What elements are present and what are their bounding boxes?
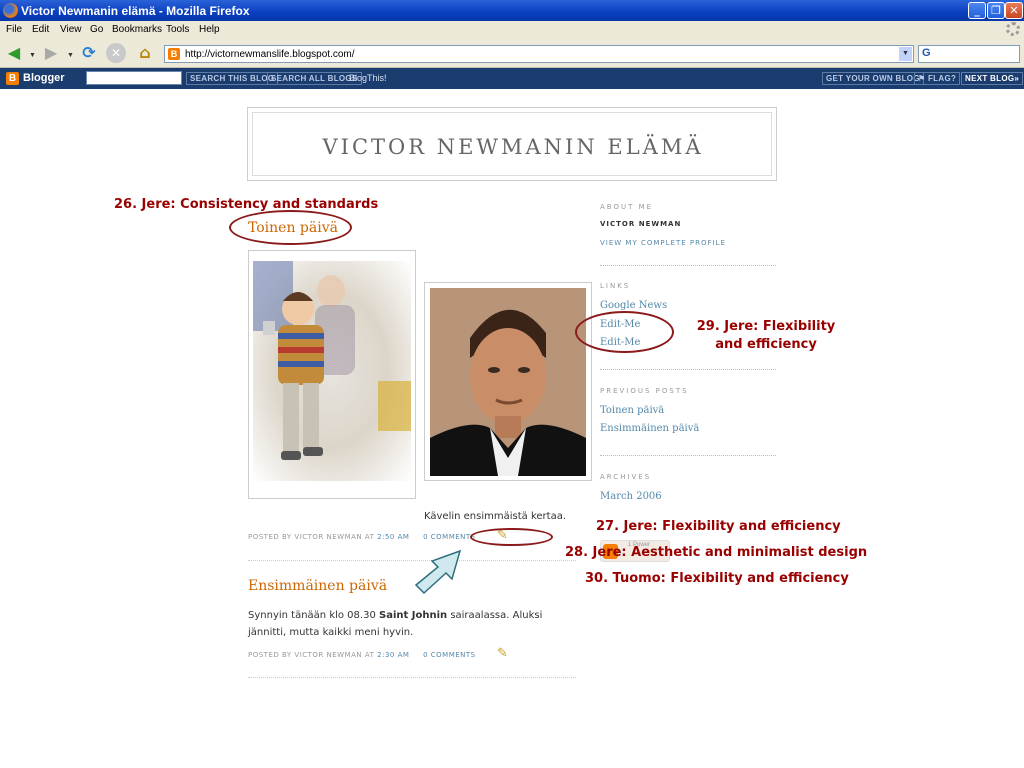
about-me-heading: ABOUT ME (600, 203, 654, 211)
sidebar-separator (600, 369, 776, 370)
blog-title[interactable]: VICTOR NEWMANIN ELÄMÄ (253, 135, 773, 159)
previous-post-link[interactable]: Toinen päivä (600, 405, 664, 416)
back-arrow-icon[interactable]: ◀ (3, 42, 25, 64)
forward-dropdown-icon[interactable]: ▼ (67, 52, 74, 59)
flag-label: FLAG? (928, 74, 957, 83)
post-comments-link[interactable]: 0 COMMENTS (423, 651, 476, 659)
stop-icon[interactable]: ✕ (106, 43, 126, 63)
home-icon[interactable]: ⌂ (134, 42, 156, 64)
flag-icon: ⚑ (918, 74, 928, 83)
menu-edit[interactable]: Edit (32, 24, 49, 35)
archive-link[interactable]: March 2006 (600, 491, 662, 502)
annotation-ellipse-comments (470, 528, 553, 546)
post-photo-toddler[interactable] (248, 250, 416, 499)
menu-tools[interactable]: Tools (166, 24, 189, 35)
edit-pencil-icon[interactable]: ✎ (497, 646, 508, 661)
window-title: Victor Newmanin elämä - Mozilla Firefox (21, 4, 250, 18)
post-body-text: Synnyin tänään klo 08.30 Saint Johnin sa… (248, 607, 578, 641)
maximize-button[interactable]: ❐ (987, 2, 1005, 19)
sidebar-separator (600, 455, 776, 456)
search-all-blogs-button[interactable]: SEARCH ALL BLOGS (267, 72, 362, 85)
post-time-link[interactable]: 2:50 AM (377, 533, 409, 541)
post-footer: POSTED BY VICTOR NEWMAN AT 2:30 AM 0 COM… (248, 651, 476, 659)
blog-header-inner: VICTOR NEWMANIN ELÄMÄ (252, 112, 772, 176)
post-separator (248, 677, 576, 678)
annotation-arrow-icon (414, 549, 462, 595)
navigation-toolbar: ◀ ▼ ▶ ▼ ⟳ ✕ ⌂ B http://victornewmanslife… (0, 38, 1024, 68)
search-input[interactable]: G (918, 45, 1020, 63)
view-profile-link[interactable]: VIEW MY COMPLETE PROFILE (600, 239, 726, 247)
blogger-logo-icon[interactable]: B (6, 72, 19, 85)
address-url[interactable]: http://victornewmanslife.blogspot.com/ (185, 49, 355, 60)
post-body-text: Kävelin ensimmäistä kertaa. (424, 511, 567, 522)
post-text-start: Synnyin tänään klo 08.30 (248, 610, 379, 621)
next-blog-button[interactable]: NEXT BLOG» (961, 72, 1024, 85)
post-title[interactable]: Ensimmäinen päivä (248, 578, 387, 594)
annotation-27: 27. Jere: Flexibility and efficiency (596, 519, 841, 534)
blogger-favicon-icon: B (168, 48, 180, 60)
minimize-button[interactable]: _ (968, 2, 986, 19)
blog-search-input[interactable] (86, 71, 182, 85)
man-portrait-illustration (430, 288, 586, 476)
sidebar-separator (600, 265, 776, 266)
annotation-29: 29. Jere: Flexibility and efficiency (696, 319, 836, 352)
post-time-link[interactable]: 2:30 AM (377, 651, 409, 659)
post-photo-man[interactable] (424, 282, 592, 481)
menu-go[interactable]: Go (90, 24, 103, 35)
annotation-30: 30. Tuomo: Flexibility and efficiency (585, 571, 849, 586)
google-search-icon[interactable]: G (922, 47, 931, 59)
forward-arrow-icon[interactable]: ▶ (40, 42, 62, 64)
blogger-logo-text[interactable]: Blogger (23, 72, 65, 84)
profile-name: VICTOR NEWMAN (600, 220, 682, 228)
menu-help[interactable]: Help (199, 24, 220, 35)
sidebar-link-google-news[interactable]: Google News (600, 300, 667, 311)
close-button[interactable]: ✕ (1005, 2, 1023, 19)
blog-header: VICTOR NEWMANIN ELÄMÄ (247, 107, 777, 181)
firefox-logo-icon (3, 3, 18, 18)
throbber-icon (1006, 22, 1020, 36)
annotation-28: 28. Jere: Aesthetic and minimalist desig… (565, 545, 868, 560)
blogthis-link[interactable]: BlogThis! (349, 73, 387, 83)
blogger-navbar: B Blogger SEARCH THIS BLOG SEARCH ALL BL… (0, 68, 1024, 89)
previous-post-link[interactable]: Ensimmäinen päivä (600, 423, 699, 434)
menu-file[interactable]: File (6, 24, 22, 35)
annotation-26: 26. Jere: Consistency and standards (114, 197, 379, 212)
menu-bar: File Edit View Go Bookmarks Tools Help (0, 21, 1024, 38)
menu-view[interactable]: View (60, 24, 82, 35)
address-dropdown-icon[interactable]: ▼ (899, 47, 912, 61)
back-dropdown-icon[interactable]: ▼ (29, 52, 36, 59)
annotation-ellipse-edit-links (575, 311, 674, 353)
post-comments-link[interactable]: 0 COMMENTS (423, 533, 476, 541)
window-titlebar: Victor Newmanin elämä - Mozilla Firefox … (0, 0, 1024, 21)
toddler-photo-image (253, 261, 411, 481)
man-portrait-image (430, 288, 586, 476)
archives-heading: ARCHIVES (600, 473, 652, 481)
flag-button[interactable]: ⚑ FLAG? (914, 72, 961, 85)
post-footer: POSTED BY VICTOR NEWMAN AT 2:50 AM 0 COM… (248, 533, 476, 541)
menu-bookmarks[interactable]: Bookmarks (112, 24, 162, 35)
address-bar[interactable]: B http://victornewmanslife.blogspot.com/… (164, 45, 914, 63)
toddler-illustration (253, 261, 411, 460)
reload-icon[interactable]: ⟳ (78, 42, 100, 64)
search-this-blog-button[interactable]: SEARCH THIS BLOG (186, 72, 279, 85)
post-text-bold: Saint Johnin (379, 610, 448, 621)
get-your-own-blog-button[interactable]: GET YOUR OWN BLOG (822, 72, 924, 85)
annotation-ellipse-title (229, 210, 352, 245)
post-footer-author: POSTED BY VICTOR NEWMAN AT (248, 651, 375, 659)
post-footer-author: POSTED BY VICTOR NEWMAN AT (248, 533, 375, 541)
links-heading: LINKS (600, 282, 631, 290)
previous-posts-heading: PREVIOUS POSTS (600, 387, 689, 395)
